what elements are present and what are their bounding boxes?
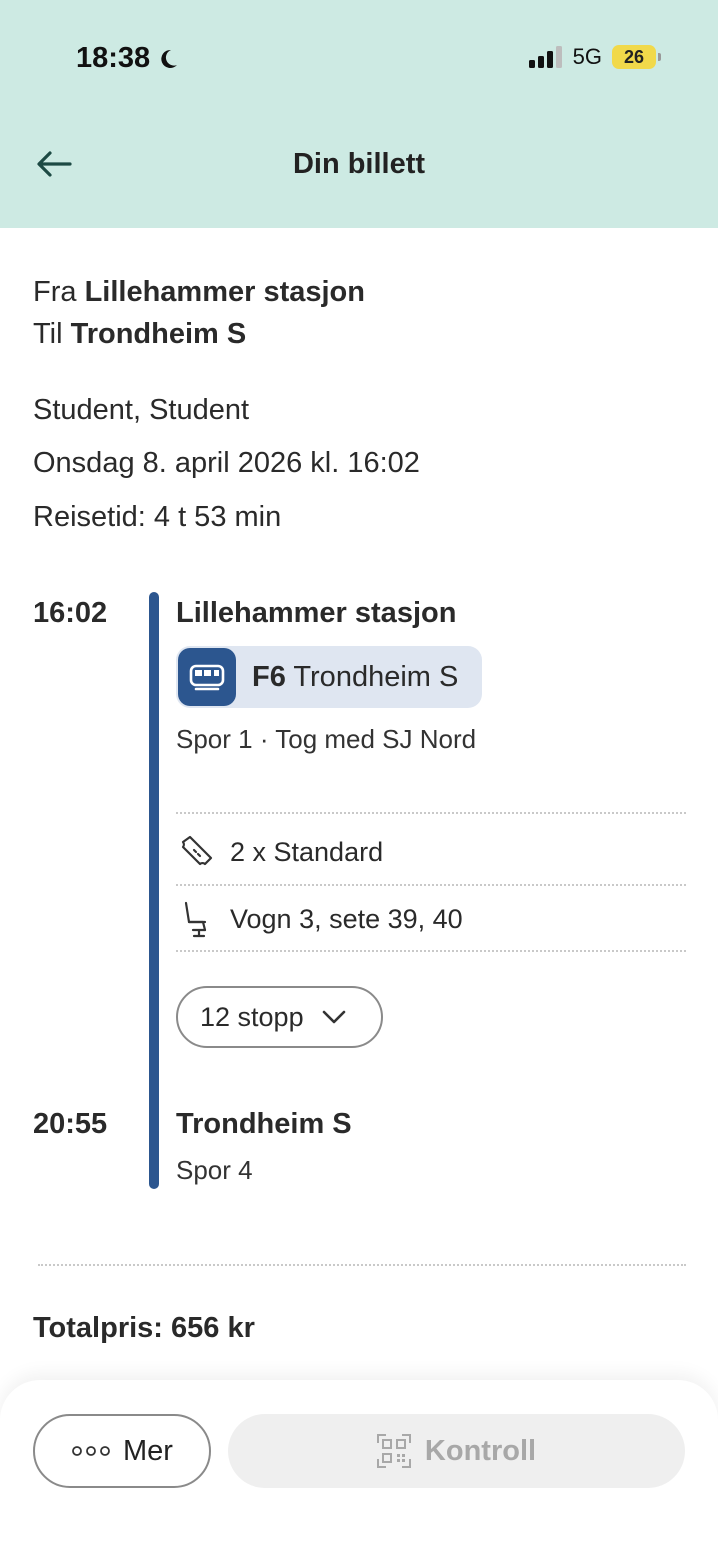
total-price: Totalpris: 656 kr	[33, 1312, 255, 1344]
more-dots-icon	[72, 1446, 110, 1456]
moon-icon	[161, 49, 178, 68]
network-label: 5G	[572, 44, 602, 69]
route-to: Til Trondheim S	[33, 318, 246, 351]
header	[0, 0, 718, 228]
line-code: F6	[252, 660, 286, 693]
ticket-icon	[176, 832, 216, 872]
battery-indicator: 26	[612, 45, 661, 69]
control-button[interactable]: Kontroll	[228, 1414, 685, 1488]
status-time: 18:38	[76, 42, 180, 75]
seat-row: Vogn 3, sete 39, 40	[176, 899, 463, 939]
arrival-time: 20:55	[33, 1108, 108, 1140]
train-line-text: F6 Trondheim S	[252, 661, 458, 694]
seat-icon	[176, 899, 216, 939]
stops-toggle-button[interactable]: 12 stopp	[176, 986, 383, 1048]
chevron-down-icon	[322, 1010, 345, 1024]
departure-time: 16:02	[33, 597, 108, 629]
divider	[176, 812, 686, 814]
more-label: Mer	[123, 1434, 173, 1467]
seat-text: Vogn 3, sete 39, 40	[230, 903, 463, 934]
departure-platform-info: Spor 1 · Tog med SJ Nord	[176, 724, 477, 754]
from-station: Lillehammer stasjon	[84, 276, 365, 308]
from-label: Fra	[33, 276, 77, 308]
divider	[176, 884, 686, 886]
ticket-type-text: 2 x Standard	[230, 836, 384, 867]
journey-timeline-rail	[149, 592, 159, 1189]
signal-icon	[528, 46, 562, 68]
arrival-station: Trondheim S	[176, 1108, 352, 1140]
more-button[interactable]: Mer	[33, 1414, 211, 1488]
travel-time: Reisetid: 4 t 53 min	[33, 501, 282, 533]
qr-code-icon	[376, 1434, 411, 1468]
page-title: Din billett	[292, 148, 426, 180]
status-time-text: 18:38	[76, 42, 151, 74]
control-label: Kontroll	[424, 1434, 537, 1467]
status-indicators: 5G 26	[528, 44, 661, 70]
divider	[38, 1264, 686, 1266]
passengers: Student, Student	[33, 394, 250, 426]
train-icon	[178, 648, 236, 706]
travel-date: Onsdag 8. april 2026 kl. 16:02	[33, 447, 420, 479]
to-label: Til	[33, 318, 63, 350]
departure-station: Lillehammer stasjon	[176, 597, 457, 629]
stops-label: 12 stopp	[200, 1001, 304, 1032]
line-destination: Trondheim S	[293, 660, 459, 693]
train-line-chip[interactable]: F6 Trondheim S	[176, 646, 482, 708]
to-station: Trondheim S	[70, 318, 247, 350]
ticket-type-row: 2 x Standard	[176, 832, 383, 872]
arrival-platform: Spor 4	[176, 1155, 253, 1185]
route-from: Fra Lillehammer stasjon	[33, 276, 365, 309]
divider	[176, 950, 686, 952]
